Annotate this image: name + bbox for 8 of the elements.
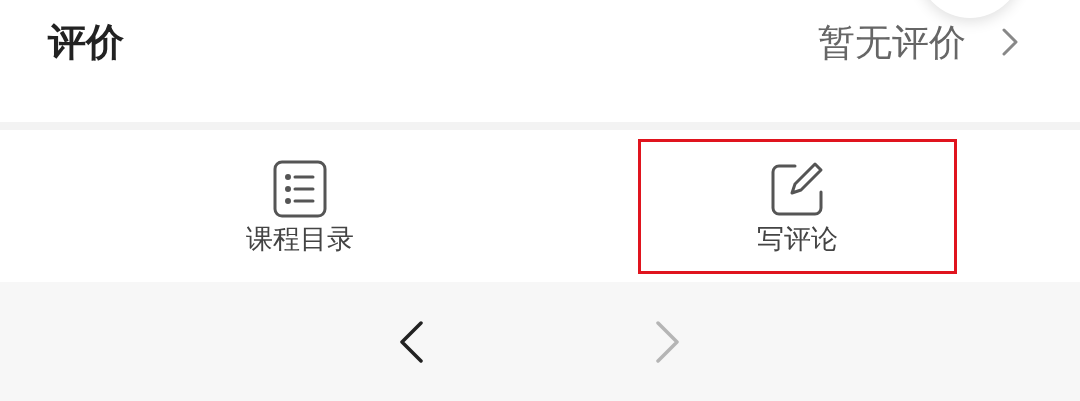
- action-button[interactable]: 课程目录: [140, 138, 459, 274]
- chevron-right-icon: [1002, 28, 1018, 56]
- reviews-link[interactable]: 暂无评价: [818, 23, 1018, 61]
- section-title: 评价: [48, 19, 124, 65]
- action-button[interactable]: 写评论: [638, 138, 957, 274]
- chevron-right-icon: [654, 320, 680, 363]
- list-icon: [272, 159, 327, 218]
- chevron-left-icon: [398, 320, 424, 363]
